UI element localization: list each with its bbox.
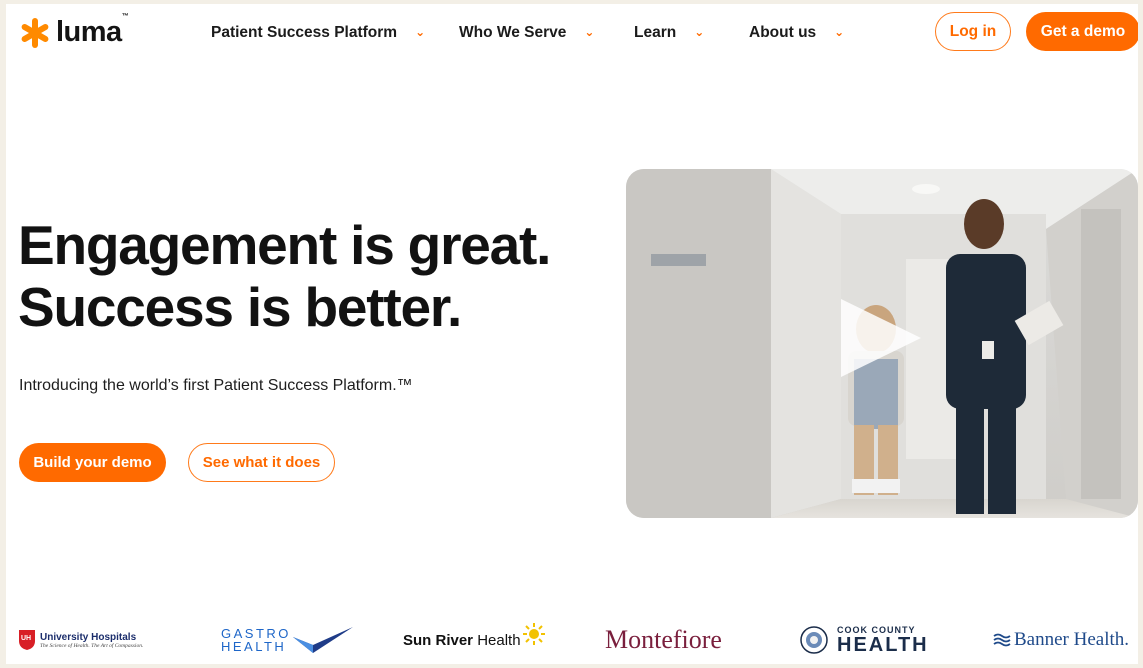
nav-learn[interactable]: Learn ⌄ (634, 24, 704, 42)
university-hospitals-logo: UH University Hospitals The Science of H… (18, 616, 143, 664)
nav-label: Who We Serve (459, 24, 567, 41)
gastro-health-logo: GASTRO HEALTH (221, 616, 355, 664)
gastro-check-icon (292, 627, 353, 653)
uh-name: University Hospitals (40, 631, 137, 643)
chevron-down-icon: ⌄ (694, 25, 705, 39)
sun-river-health-logo: Sun River Health (403, 616, 545, 664)
build-demo-button[interactable]: Build your demo (19, 443, 166, 482)
get-demo-button[interactable]: Get a demo (1026, 12, 1138, 51)
hero-video[interactable] (626, 169, 1138, 518)
hero-subhead: Introducing the world’s first Patient Su… (19, 377, 413, 394)
cook-line-2: HEALTH (837, 634, 929, 656)
chevron-down-icon: ⌄ (584, 25, 595, 39)
see-what-it-does-button[interactable]: See what it does (188, 443, 335, 482)
hero-headline: Engagement is great. Success is better. (18, 214, 551, 338)
video-thumbnail (626, 169, 1138, 518)
luma-logo[interactable]: luma™ (20, 13, 129, 49)
uh-tagline: The Science of Health. The Art of Compas… (40, 642, 144, 649)
nav-label: Patient Success Platform (211, 24, 398, 41)
nav-about-us[interactable]: About us ⌄ (749, 24, 844, 42)
banner-health-logo: Banner Health. (993, 616, 1129, 664)
luma-star-icon (21, 17, 49, 48)
cook-county-health-logo: COOK COUNTY HEALTH (799, 616, 929, 664)
chevron-down-icon: ⌄ (415, 25, 426, 39)
sun-icon (522, 623, 545, 645)
chevron-down-icon: ⌄ (834, 25, 845, 39)
gastro-line-2: HEALTH (221, 639, 287, 654)
nav-who-we-serve[interactable]: Who We Serve ⌄ (459, 24, 594, 42)
montefiore-logo: Montefiore (605, 625, 722, 654)
nav-label: Learn (634, 24, 677, 41)
sunriver-bold: Sun River (403, 631, 474, 649)
nav-label: About us (749, 24, 817, 41)
page: luma™ Patient Success Platform ⌄ Who We … (6, 4, 1138, 664)
uh-shield-icon: UH (19, 630, 35, 650)
customer-logos: UH University Hospitals The Science of H… (6, 616, 1138, 664)
login-button[interactable]: Log in (935, 12, 1011, 51)
svg-text:UH: UH (21, 635, 31, 642)
cook-county-seal-icon (800, 626, 828, 654)
headline-line-1: Engagement is great. (18, 214, 551, 276)
sunriver-rest: Health (477, 631, 521, 649)
nav-patient-success-platform[interactable]: Patient Success Platform ⌄ (211, 24, 425, 42)
banner-name: Banner Health. (1014, 629, 1130, 650)
luma-wordmark: luma™ (56, 13, 129, 48)
headline-line-2: Success is better. (18, 276, 462, 338)
banner-wave-icon (993, 633, 1011, 647)
